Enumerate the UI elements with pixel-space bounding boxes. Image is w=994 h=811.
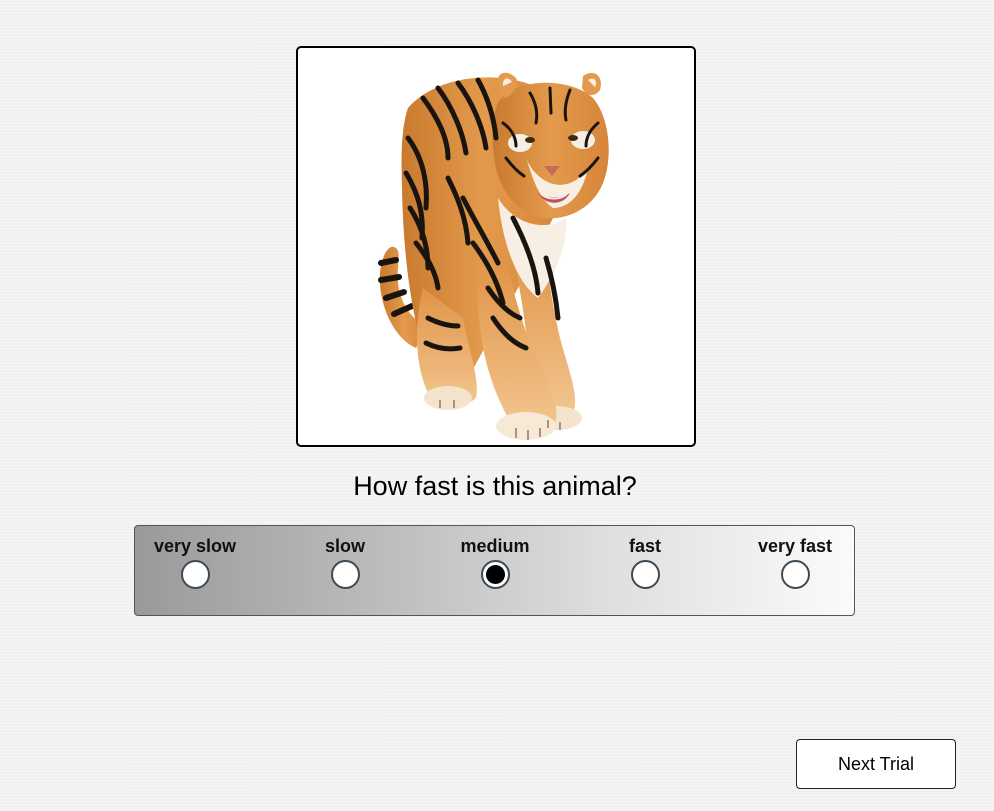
radio-button[interactable]: [180, 560, 210, 589]
radio-button[interactable]: [330, 560, 360, 589]
rating-option-very-fast[interactable]: very fast: [720, 536, 870, 589]
tiger-image: [378, 72, 609, 440]
radio-button[interactable]: [480, 560, 510, 589]
rating-option-label: fast: [628, 536, 661, 556]
rating-option-slow[interactable]: slow: [270, 536, 420, 589]
rating-option-medium[interactable]: medium: [420, 536, 570, 589]
radio-button[interactable]: [780, 560, 810, 589]
rating-option-label: slow: [324, 536, 365, 556]
rating-option-label: very fast: [757, 536, 833, 556]
rating-option-fast[interactable]: fast: [570, 536, 720, 589]
rating-option-very-slow[interactable]: very slow: [120, 536, 270, 589]
speed-rating-scale: very slow slow medium fast very fast: [134, 525, 855, 616]
rating-option-label: very slow: [153, 536, 237, 556]
question-text: How fast is this animal?: [353, 471, 637, 501]
rating-option-label: medium: [460, 536, 530, 556]
radio-button[interactable]: [630, 560, 660, 589]
stimulus-image-frame: [296, 46, 696, 447]
next-trial-button[interactable]: Next Trial: [796, 739, 956, 789]
